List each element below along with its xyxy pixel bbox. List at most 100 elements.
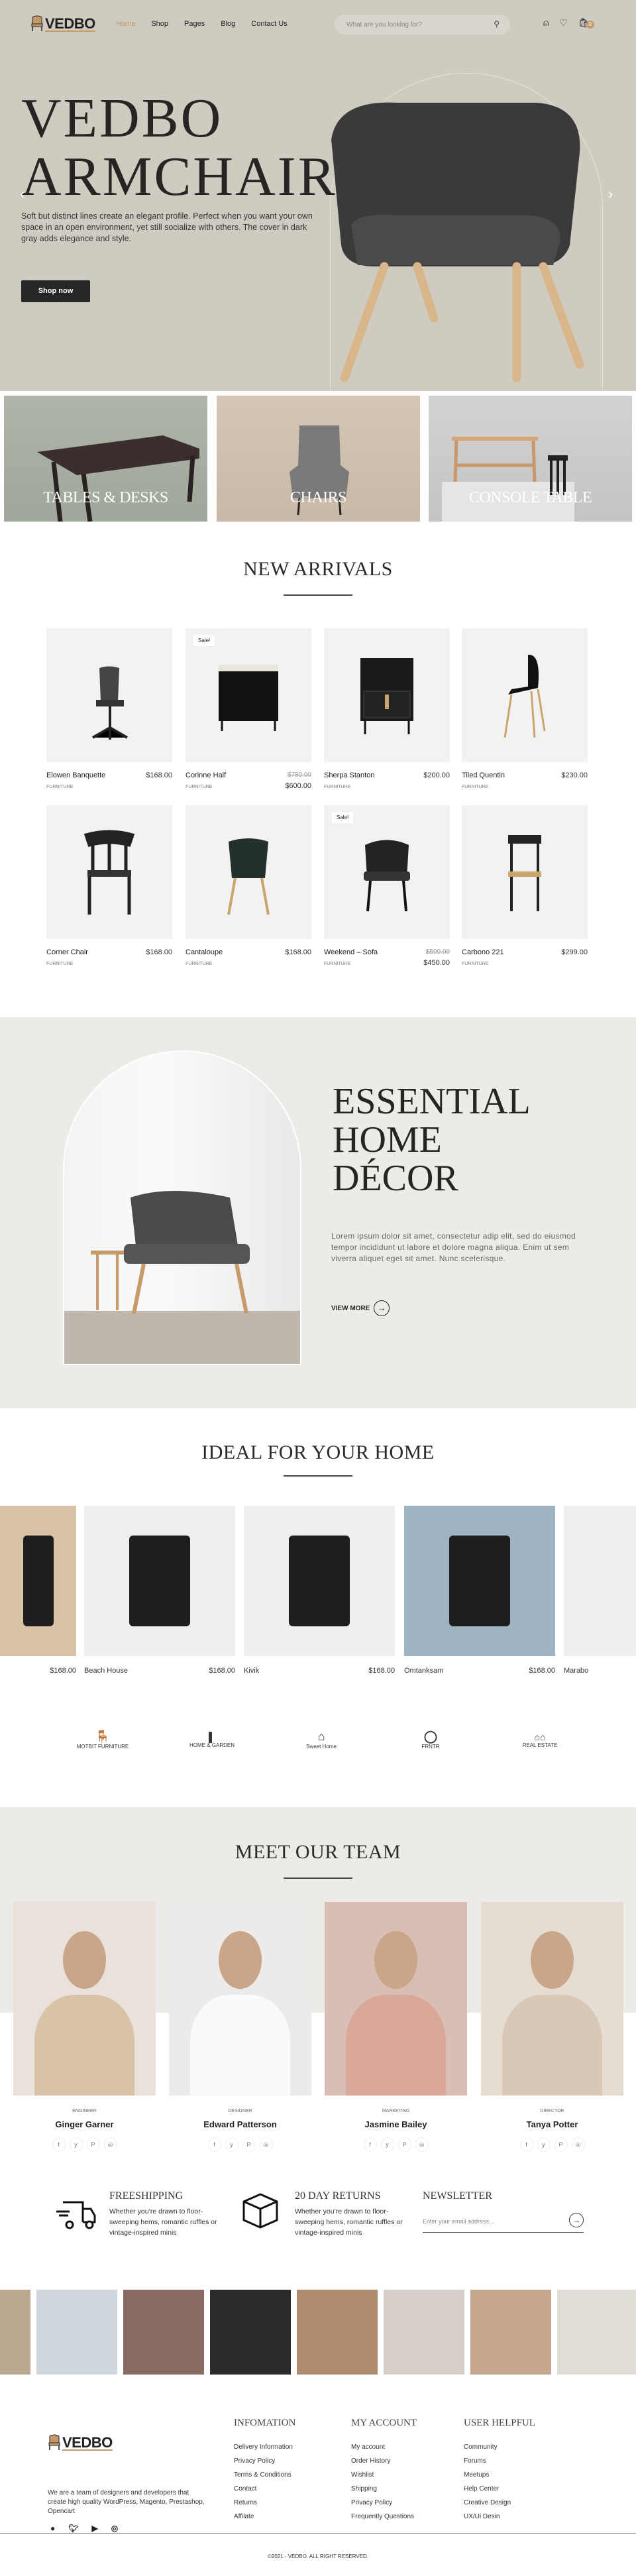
view-more-button[interactable]: VIEW MORE → — [331, 1300, 390, 1316]
footer-link[interactable]: Privacy Policy — [234, 2457, 295, 2465]
shop-now-button[interactable]: Shop now — [21, 280, 90, 302]
product-card[interactable]: Sherpa Stanton FURNITURE $200.00 — [324, 628, 450, 789]
product-card[interactable]: Corner Chair FURNITURE $168.00 — [46, 805, 172, 966]
instagram-photo[interactable] — [210, 2290, 291, 2375]
instagram-icon[interactable]: ◎ — [111, 2524, 118, 2533]
ideal-product-card[interactable]: Marabo — [564, 1506, 636, 1675]
nav-home[interactable]: Home — [116, 20, 135, 28]
product-card[interactable]: Carbono 221 FURNITURE $299.00 — [462, 805, 588, 966]
logo[interactable]: VEDBO — [30, 15, 95, 32]
product-image[interactable] — [462, 628, 588, 762]
category-tile-console[interactable]: CONSOLE TABLE — [429, 396, 632, 522]
product-name[interactable]: Tiled Quentin — [462, 771, 505, 779]
nav-contact-us[interactable]: Contact Us — [251, 20, 287, 28]
brand-logo[interactable]: 🪑 MOTBIT FURNITURE — [66, 1716, 139, 1763]
facebook-icon[interactable]: ● — [50, 2524, 55, 2533]
product-image[interactable] — [46, 805, 172, 939]
prev-slide-arrow[interactable]: ‹ — [20, 186, 25, 203]
product-name[interactable]: Beach House — [84, 1667, 128, 1675]
pinterest-icon[interactable]: P — [86, 2137, 100, 2152]
twitter-icon[interactable]: y — [537, 2137, 551, 2152]
nav-shop[interactable]: Shop — [151, 20, 168, 28]
twitter-icon[interactable]: y — [225, 2137, 238, 2152]
instagram-photo[interactable] — [470, 2290, 551, 2375]
category-tile-chairs[interactable]: CHAIRS — [217, 396, 420, 522]
instagram-icon[interactable]: ◎ — [415, 2137, 429, 2152]
youtube-icon[interactable]: ▶ — [91, 2524, 97, 2533]
instagram-photo[interactable] — [384, 2290, 464, 2375]
instagram-icon[interactable]: ◎ — [571, 2137, 585, 2152]
instagram-photo[interactable] — [297, 2290, 378, 2375]
pinterest-icon[interactable]: P — [398, 2137, 411, 2152]
twitter-icon[interactable]: 🐦︎ — [68, 2524, 78, 2533]
footer-link[interactable]: Meetups — [464, 2471, 535, 2479]
product-image[interactable] — [244, 1506, 395, 1656]
heart-icon[interactable]: ♡ — [559, 17, 568, 28]
product-card[interactable]: Tiled Quentin FURNITURE $230.00 — [462, 628, 588, 789]
newsletter-submit-icon[interactable]: → — [569, 2213, 584, 2227]
pinterest-icon[interactable]: P — [554, 2137, 568, 2152]
footer-link[interactable]: Forums — [464, 2457, 535, 2465]
nav-blog[interactable]: Blog — [221, 20, 235, 28]
facebook-icon[interactable]: f — [363, 2137, 377, 2152]
instagram-icon[interactable]: ◎ — [259, 2137, 273, 2152]
product-name[interactable]: Weekend – Sofa — [324, 948, 378, 956]
product-card[interactable]: Cantaloupe FURNITURE $168.00 — [186, 805, 311, 966]
newsletter-email-input[interactable]: Enter your email address... → — [423, 2210, 584, 2233]
footer-link[interactable]: Creative Design — [464, 2499, 535, 2506]
user-icon[interactable]: ⍝ — [543, 17, 549, 28]
footer-link[interactable]: UX/Ui Desin — [464, 2513, 535, 2520]
brand-logo[interactable]: ⌂ Sweet Home — [285, 1716, 358, 1763]
footer-link[interactable]: Privacy Policy — [351, 2499, 417, 2506]
product-card[interactable]: Elowen Banquette FURNITURE $168.00 — [46, 628, 172, 789]
footer-link[interactable]: Wishlist — [351, 2471, 417, 2479]
footer-link[interactable]: My account — [351, 2443, 417, 2451]
product-image[interactable] — [0, 1506, 76, 1656]
footer-link[interactable]: Community — [464, 2443, 535, 2451]
ideal-product-card[interactable]: $168.00 — [0, 1506, 76, 1675]
product-image[interactable]: Sale! — [324, 805, 450, 939]
product-name[interactable]: Marabo — [564, 1667, 588, 1675]
footer-link[interactable]: Order History — [351, 2457, 417, 2465]
product-name[interactable]: Omtanksam — [404, 1667, 443, 1675]
facebook-icon[interactable]: f — [519, 2137, 533, 2152]
search-input[interactable]: What are you looking for? ⚲ — [335, 15, 510, 34]
footer-link[interactable]: Help Center — [464, 2485, 535, 2492]
product-name[interactable]: Corinne Half — [186, 771, 226, 779]
instagram-icon[interactable]: ◎ — [103, 2137, 117, 2152]
cart-icon[interactable]: 🛍0 — [578, 17, 594, 28]
footer-link[interactable]: Delivery Information — [234, 2443, 295, 2451]
product-image[interactable] — [186, 805, 311, 939]
footer-logo[interactable]: VEDBO — [48, 2434, 113, 2451]
brand-logo[interactable]: ▌ HOME & GARDEN — [176, 1716, 248, 1763]
product-name[interactable]: Kivik — [244, 1667, 259, 1675]
product-image[interactable]: Sale! — [186, 628, 311, 762]
footer-link[interactable]: Frequently Questions — [351, 2513, 417, 2520]
product-card[interactable]: Sale! Weekend – Sofa FURNITURE $500.00 $45… — [324, 805, 450, 967]
footer-link[interactable]: Shipping — [351, 2485, 417, 2492]
instagram-photo[interactable] — [0, 2290, 30, 2375]
facebook-icon[interactable]: f — [207, 2137, 221, 2152]
product-image[interactable] — [462, 805, 588, 939]
product-name[interactable]: Cantaloupe — [186, 948, 223, 956]
instagram-photo[interactable] — [123, 2290, 204, 2375]
product-card[interactable]: Sale! Corinne Half FURNITURE $780.00 $600.… — [186, 628, 311, 790]
ideal-product-card[interactable]: Beach House $168.00 — [84, 1506, 235, 1675]
twitter-icon[interactable]: y — [69, 2137, 83, 2152]
ideal-product-card[interactable]: Omtanksam $168.00 — [404, 1506, 555, 1675]
footer-link[interactable]: Affilate — [234, 2513, 295, 2520]
footer-link[interactable]: Returns — [234, 2499, 295, 2506]
next-slide-arrow[interactable]: › — [608, 186, 613, 203]
instagram-photo[interactable] — [36, 2290, 117, 2375]
product-name[interactable]: Elowen Banquette — [46, 771, 105, 779]
facebook-icon[interactable]: f — [52, 2137, 66, 2152]
nav-pages[interactable]: Pages — [184, 20, 205, 28]
category-tile-tables[interactable]: TABLES & DESKS — [4, 396, 207, 522]
product-name[interactable]: Corner Chair — [46, 948, 88, 956]
product-name[interactable]: Carbono 221 — [462, 948, 504, 956]
twitter-icon[interactable]: y — [380, 2137, 394, 2152]
footer-link[interactable]: Contact — [234, 2485, 295, 2492]
product-image[interactable] — [404, 1506, 555, 1656]
brand-logo[interactable]: ⌂⌂ REAL ESTATE — [504, 1716, 576, 1763]
pinterest-icon[interactable]: P — [242, 2137, 256, 2152]
